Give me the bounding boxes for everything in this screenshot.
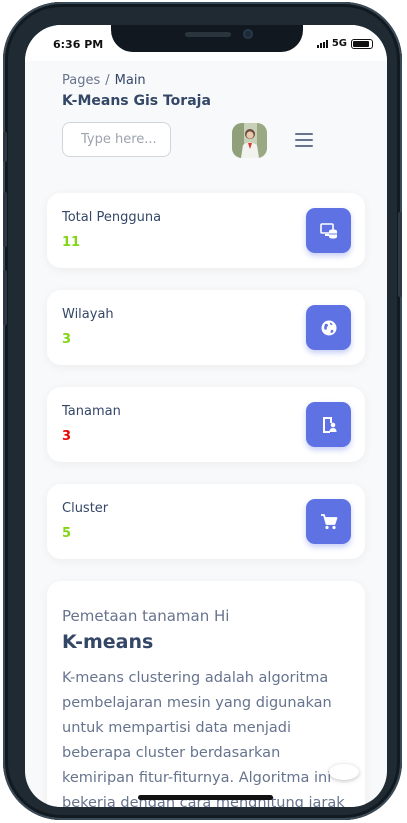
mute-switch	[3, 132, 7, 162]
status-indicators: 5G	[316, 38, 373, 49]
speaker	[185, 32, 231, 37]
phone-frame: 6:36 PM 5G Pages / Main K-Means Gis Toraja	[3, 2, 402, 820]
globe-icon	[306, 305, 351, 350]
info-card: Pemetaan tanaman Hi K-means K-means clus…	[47, 581, 365, 807]
status-time: 6:36 PM	[53, 38, 104, 51]
stat-label: Cluster	[62, 501, 109, 516]
stat-label: Wilayah	[62, 307, 114, 322]
info-body: K-means clustering adalah algoritma pemb…	[62, 670, 345, 807]
volume-down-button	[3, 270, 7, 325]
stat-value: 11	[62, 235, 81, 250]
breadcrumb-root[interactable]: Pages	[62, 73, 100, 88]
database-monitor-icon	[306, 208, 351, 253]
stat-value: 5	[62, 526, 72, 541]
cart-icon	[306, 499, 351, 544]
floating-bubble[interactable]	[329, 764, 359, 780]
stat-value: 3	[62, 332, 72, 347]
power-button	[398, 212, 402, 297]
stat-card-total-pengguna[interactable]: Total Pengguna 11	[47, 193, 365, 268]
stat-card-cluster[interactable]: Cluster 5	[47, 484, 365, 559]
hamburger-menu-icon[interactable]	[295, 133, 313, 147]
breadcrumb-separator: /	[105, 73, 110, 88]
stat-value: 3	[62, 429, 72, 444]
camera	[243, 29, 253, 39]
network-label: 5G	[331, 38, 347, 49]
avatar[interactable]	[232, 123, 267, 158]
screen: 6:36 PM 5G Pages / Main K-Means Gis Toraja	[25, 25, 387, 807]
volume-up-button	[3, 192, 7, 247]
info-title: K-means	[62, 631, 154, 653]
home-indicator[interactable]	[138, 795, 273, 800]
notch	[111, 25, 303, 52]
stat-card-tanaman[interactable]: Tanaman 3	[47, 387, 365, 462]
signal-icon	[316, 39, 328, 48]
document-person-icon	[306, 402, 351, 447]
breadcrumb-current: Main	[114, 73, 146, 88]
battery-icon	[351, 38, 373, 49]
stat-label: Tanaman	[62, 404, 121, 419]
search-input[interactable]	[62, 122, 171, 157]
breadcrumb: Pages / Main	[62, 73, 146, 88]
page-title: K-Means Gis Toraja	[62, 93, 211, 109]
stat-label: Total Pengguna	[62, 210, 162, 225]
stat-card-wilayah[interactable]: Wilayah 3	[47, 290, 365, 365]
info-subtitle: Pemetaan tanaman Hi	[62, 607, 230, 625]
